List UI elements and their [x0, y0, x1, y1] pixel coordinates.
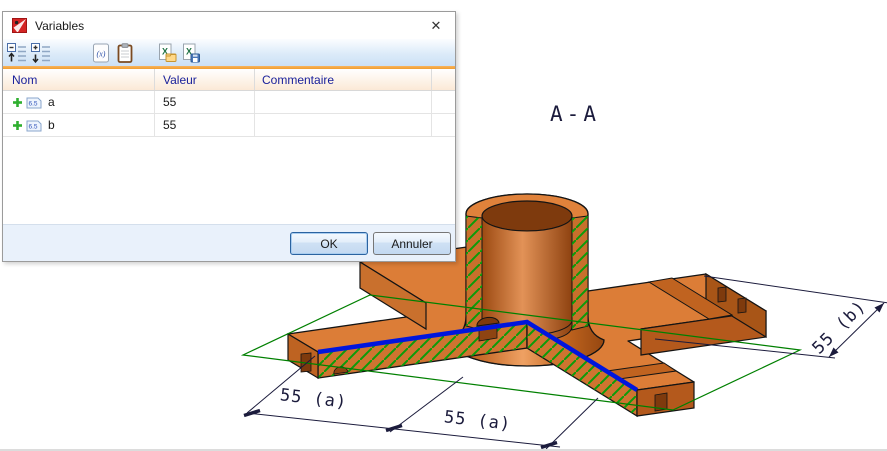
collapse-all-icon[interactable] [6, 42, 28, 64]
column-header-nom[interactable]: Nom [3, 69, 155, 90]
add-variable-icon[interactable] [12, 120, 23, 131]
formula-icon[interactable]: (x) [90, 42, 112, 64]
cylinder-cut-hatch-right [572, 216, 588, 330]
dialog-footer: OK Annuler [3, 224, 455, 261]
right-wing-tip-notch-1 [718, 287, 726, 302]
svg-text:6.5: 6.5 [28, 123, 37, 130]
variable-value[interactable]: 55 [163, 95, 176, 109]
column-header-commentaire[interactable]: Commentaire [255, 69, 432, 90]
expand-all-icon[interactable] [30, 42, 52, 64]
dialog-title: Variables [35, 19, 84, 33]
section-label: A-A [550, 102, 600, 126]
app-logo-icon [12, 18, 27, 33]
application-canvas: 55 (a) 55 (a) 55 (b) A-A Variables [0, 0, 887, 451]
number-variable-icon: 6.5 [26, 119, 42, 132]
ok-button[interactable]: OK [290, 232, 368, 255]
column-header-filler [432, 69, 455, 90]
dialog-titlebar[interactable]: Variables ✕ [3, 12, 455, 39]
table-row[interactable]: 6.5 b 55 [3, 114, 455, 137]
variable-name[interactable]: b [48, 118, 55, 132]
excel-open-icon[interactable]: X [156, 42, 178, 64]
number-variable-icon: 6.5 [26, 96, 42, 109]
dimension-b-label: 55 (b) [809, 297, 871, 359]
dimension-a-right-label: 55 (a) [443, 407, 512, 435]
svg-text:(x): (x) [97, 49, 106, 58]
dialog-toolbar: (x) X [3, 39, 455, 66]
variable-name[interactable]: a [48, 95, 55, 109]
add-variable-icon[interactable] [12, 97, 23, 108]
right-wing-tip-notch-2 [738, 298, 746, 313]
variables-dialog: Variables ✕ [2, 11, 456, 262]
svg-text:6.5: 6.5 [28, 100, 37, 107]
cylinder-cut-hatch-left [466, 216, 482, 330]
dimension-a-left-label: 55 (a) [279, 385, 348, 413]
dimension-a-right[interactable] [541, 398, 598, 449]
column-header-valeur[interactable]: Valeur [155, 69, 255, 90]
table-header-row: Nom Valeur Commentaire [3, 69, 455, 91]
cancel-button[interactable]: Annuler [373, 232, 451, 255]
table-row[interactable]: 6.5 a 55 [3, 91, 455, 114]
close-icon[interactable]: ✕ [427, 17, 445, 35]
clipboard-icon[interactable] [114, 42, 136, 64]
variable-value[interactable]: 55 [163, 118, 176, 132]
excel-save-icon[interactable]: X [180, 42, 202, 64]
